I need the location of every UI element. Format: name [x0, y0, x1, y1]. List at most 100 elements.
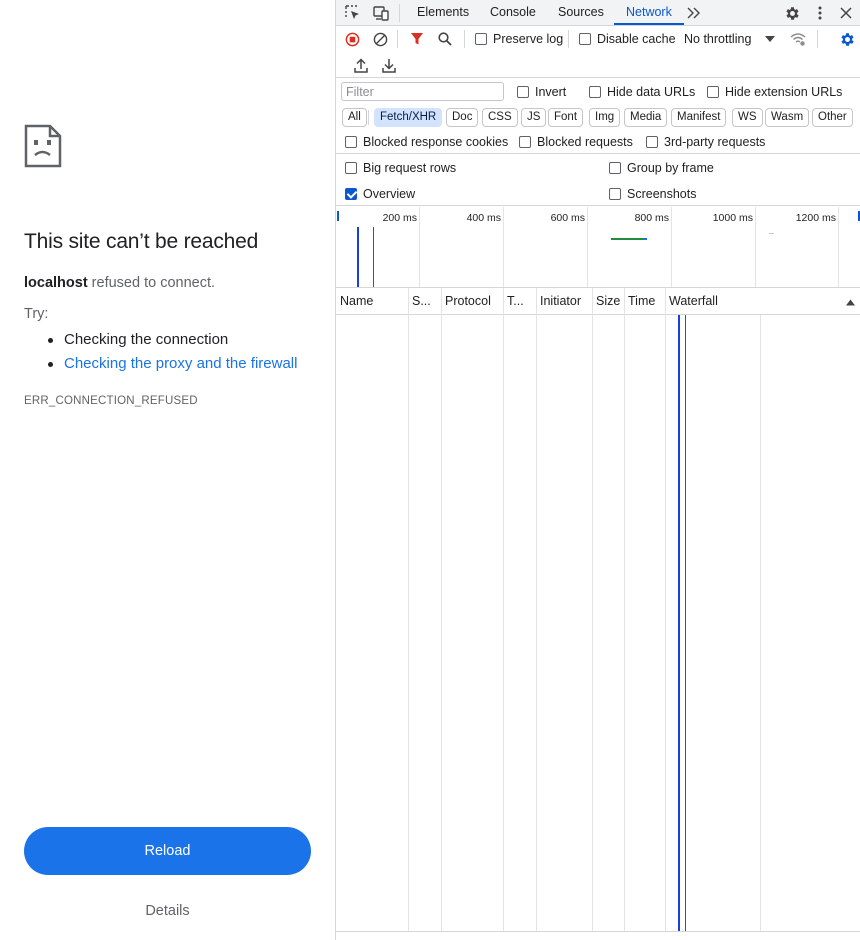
column-header-status[interactable]: S... — [408, 288, 441, 315]
hide-data-urls-label: Hide data URLs — [607, 85, 696, 99]
column-header-initiator[interactable]: Initiator — [536, 288, 592, 315]
column-divider[interactable] — [624, 288, 625, 940]
blocked-requests-checkbox[interactable]: Blocked requests — [519, 135, 633, 149]
group-by-frame-checkbox[interactable]: Group by frame — [609, 161, 714, 175]
error-title: This site can’t be reached — [24, 230, 259, 253]
suggestion-check-proxy-link[interactable]: Checking the proxy and the firewall — [46, 352, 297, 376]
error-code: ERR_CONNECTION_REFUSED — [24, 395, 198, 407]
type-filter-ws[interactable]: WS — [732, 108, 763, 127]
device-toolbar-icon[interactable] — [372, 4, 390, 22]
settings-options-row: Overview Screenshots — [336, 180, 860, 206]
type-filter-manifest[interactable]: Manifest — [671, 108, 727, 127]
tab-elements[interactable]: Elements — [417, 0, 469, 25]
column-header-type[interactable]: T... — [503, 288, 536, 315]
details-button[interactable]: Details — [24, 896, 311, 926]
tab-console[interactable]: Console — [490, 0, 536, 25]
overview-gridline — [838, 207, 839, 287]
column-divider[interactable] — [665, 288, 666, 940]
blocked-requests-label: Blocked requests — [537, 135, 633, 149]
more-options-kebab-icon[interactable] — [811, 4, 829, 22]
throttling-select[interactable]: No throttling — [684, 32, 751, 46]
invert-checkbox[interactable]: Invert — [517, 85, 566, 99]
toolbar-divider — [568, 30, 569, 48]
throttling-dropdown-arrow-icon[interactable] — [761, 30, 779, 48]
close-devtools-icon[interactable] — [837, 4, 855, 22]
type-filter-media[interactable]: Media — [624, 108, 668, 127]
column-header-protocol[interactable]: Protocol — [441, 288, 503, 315]
checkbox-box[interactable] — [589, 86, 601, 98]
type-filter-wasm[interactable]: Wasm — [765, 108, 810, 127]
reload-button[interactable]: Reload — [24, 827, 311, 875]
column-divider[interactable] — [408, 288, 409, 940]
column-header-time[interactable]: Time — [624, 288, 666, 315]
group-by-frame-label: Group by frame — [627, 161, 714, 175]
checkbox-box[interactable] — [609, 162, 621, 174]
type-filter-all[interactable]: All — [342, 108, 367, 127]
overview-checkbox[interactable]: Overview — [345, 187, 415, 201]
checkbox-box[interactable] — [707, 86, 719, 98]
tab-sources[interactable]: Sources — [558, 0, 604, 25]
network-overview-timeline[interactable]: 200 ms 400 ms 600 ms 800 ms 1000 ms 1200… — [336, 207, 860, 288]
devtools-panel: Elements Console Sources Network Preserv… — [335, 0, 860, 940]
checkbox-box[interactable] — [517, 86, 529, 98]
hide-extension-urls-checkbox[interactable]: Hide extension URLs — [707, 85, 842, 99]
overview-gridline — [503, 207, 504, 287]
type-filter-img[interactable]: Img — [589, 108, 621, 127]
type-filter-doc[interactable]: Doc — [446, 108, 479, 127]
filter-funnel-icon[interactable] — [408, 30, 426, 48]
import-har-upload-icon[interactable] — [352, 56, 370, 74]
tab-network[interactable]: Network — [614, 0, 684, 25]
waterfall-dom-content-loaded-line — [678, 315, 680, 931]
more-tabs-chevron-icon[interactable] — [685, 4, 703, 22]
column-divider[interactable] — [536, 288, 537, 940]
column-divider[interactable] — [441, 288, 442, 940]
checkbox-box[interactable] — [646, 136, 658, 148]
screenshots-checkbox[interactable]: Screenshots — [609, 187, 696, 201]
network-toolbar: Preserve log Disable cache No throttling — [336, 26, 860, 52]
type-filter-css[interactable]: CSS — [482, 108, 518, 127]
search-icon[interactable] — [436, 30, 454, 48]
column-divider[interactable] — [503, 288, 504, 940]
column-header-waterfall[interactable]: Waterfall — [665, 288, 835, 315]
network-settings-gear-icon[interactable] — [838, 30, 856, 48]
toolbar-divider — [368, 110, 369, 125]
error-page: This site can’t be reached localhost ref… — [0, 0, 336, 940]
disable-cache-checkbox[interactable]: Disable cache — [579, 32, 676, 46]
overview-tick-label: 600 ms — [550, 212, 585, 224]
blocked-response-cookies-checkbox[interactable]: Blocked response cookies — [345, 135, 508, 149]
big-request-rows-checkbox[interactable]: Big request rows — [345, 161, 456, 175]
inspect-element-icon[interactable] — [344, 4, 362, 22]
record-stop-icon[interactable] — [343, 30, 361, 48]
overview-gridline — [587, 207, 588, 287]
export-har-download-icon[interactable] — [380, 56, 398, 74]
type-filter-fetch-xhr[interactable]: Fetch/XHR — [374, 108, 443, 127]
column-header-size[interactable]: Size — [592, 288, 624, 315]
filter-input[interactable] — [341, 82, 504, 101]
column-divider[interactable] — [592, 288, 593, 940]
type-filter-other[interactable]: Other — [812, 108, 853, 127]
checkbox-box[interactable] — [519, 136, 531, 148]
network-conditions-wifi-icon[interactable] — [789, 30, 807, 48]
overview-tick-label: 400 ms — [466, 212, 501, 224]
checkbox-box[interactable] — [345, 136, 357, 148]
settings-options-row: Big request rows Group by frame — [336, 155, 860, 180]
column-header-name[interactable]: Name — [336, 288, 408, 315]
load-event-marker — [373, 227, 374, 287]
overview-label: Overview — [363, 187, 416, 201]
sort-ascending-arrow-icon[interactable] — [841, 293, 859, 311]
checkbox-box[interactable] — [609, 188, 621, 200]
checkbox-box[interactable] — [579, 33, 591, 45]
checkbox-box[interactable] — [475, 33, 487, 45]
third-party-requests-checkbox[interactable]: 3rd-party requests — [646, 135, 765, 149]
overview-tick-label: 200 ms — [382, 212, 417, 224]
preserve-log-checkbox[interactable]: Preserve log — [475, 32, 563, 46]
type-filter-font[interactable]: Font — [548, 108, 584, 127]
hide-data-urls-checkbox[interactable]: Hide data URLs — [589, 85, 695, 99]
clear-log-icon[interactable] — [371, 30, 389, 48]
settings-gear-icon[interactable] — [783, 4, 801, 22]
overview-left-handle[interactable] — [337, 211, 339, 221]
checkbox-checked-box[interactable] — [345, 188, 357, 200]
suggestion-check-connection: Checking the connection — [46, 328, 297, 352]
type-filter-js[interactable]: JS — [521, 108, 547, 127]
checkbox-box[interactable] — [345, 162, 357, 174]
